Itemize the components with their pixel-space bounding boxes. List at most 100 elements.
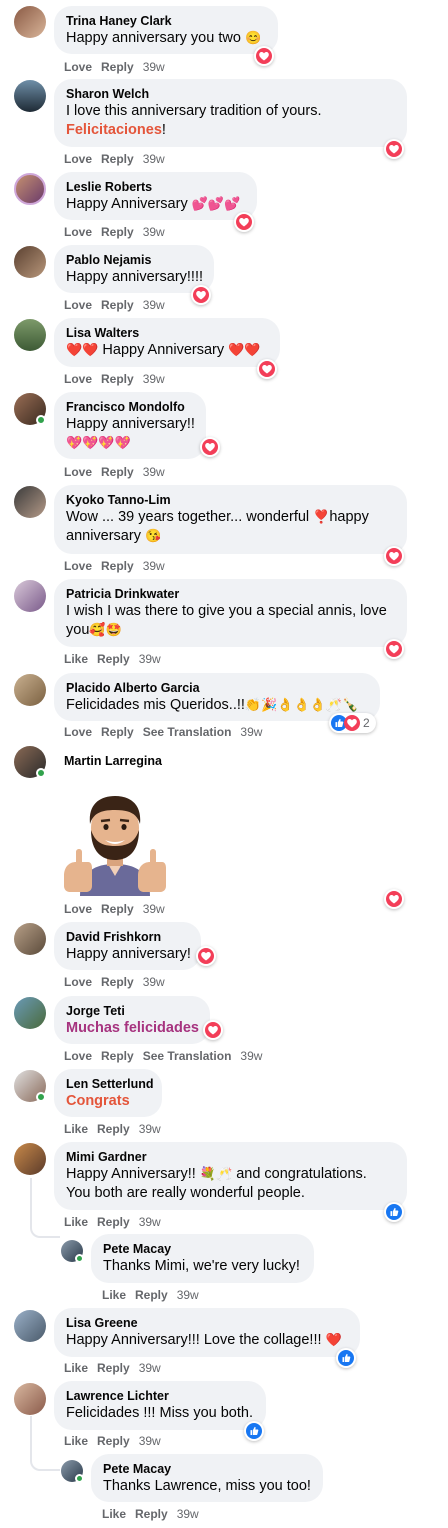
love-reaction-badge[interactable] [384,889,404,909]
love-link[interactable]: Love [64,559,92,573]
love-reaction-badge[interactable] [191,285,211,305]
commenter-name[interactable]: Pete Macay [103,1461,311,1477]
reply-link[interactable]: Reply [97,1434,130,1448]
timestamp[interactable]: 39w [177,1288,199,1302]
timestamp[interactable]: 39w [143,465,165,479]
love-link[interactable]: Love [64,298,92,312]
avatar[interactable] [14,486,46,518]
avatar[interactable] [14,923,46,955]
like-link[interactable]: Like [64,1122,88,1136]
reply-link[interactable]: Reply [135,1507,168,1521]
commenter-name[interactable]: Martin Larregina [64,753,162,769]
timestamp[interactable]: 39w [143,152,165,166]
like-link[interactable]: Like [102,1507,126,1521]
like-link[interactable]: Like [102,1288,126,1302]
avatar[interactable] [14,319,46,351]
love-link[interactable]: Love [64,975,92,989]
love-link[interactable]: Love [64,725,92,739]
reply-link[interactable]: Reply [97,1215,130,1229]
timestamp[interactable]: 39w [143,559,165,573]
reply-link[interactable]: Reply [101,902,134,916]
reply-link[interactable]: Reply [101,975,134,989]
like-link[interactable]: Like [64,652,88,666]
reply-link[interactable]: Reply [135,1288,168,1302]
like-reaction-badge[interactable] [244,1421,264,1441]
like-reaction-badge[interactable] [384,1202,404,1222]
avatar[interactable] [14,1310,46,1342]
timestamp[interactable]: 39w [139,1122,161,1136]
avatar[interactable] [14,80,46,112]
reply-link[interactable]: Reply [101,298,134,312]
love-reaction-badge[interactable] [203,1020,223,1040]
reply-link[interactable]: Reply [101,225,134,239]
see-translation-link[interactable]: See Translation [143,725,232,739]
commenter-name[interactable]: Len Setterlund [66,1076,154,1092]
love-link[interactable]: Love [64,902,92,916]
avatar[interactable] [14,6,46,38]
reply-link[interactable]: Reply [97,1361,130,1375]
reaction-summary[interactable]: 2 [329,713,376,733]
love-link[interactable]: Love [64,225,92,239]
commenter-name[interactable]: Lawrence Lichter [66,1388,254,1404]
avatar[interactable] [14,674,46,706]
commenter-name[interactable]: Placido Alberto Garcia [66,680,368,696]
commenter-name[interactable]: Pablo Nejamis [66,252,202,268]
like-reaction-badge[interactable] [336,1348,356,1368]
timestamp[interactable]: 39w [143,225,165,239]
timestamp[interactable]: 39w [143,902,165,916]
reply-link[interactable]: Reply [101,152,134,166]
avatar[interactable] [14,173,46,205]
reply-link[interactable]: Reply [101,559,134,573]
timestamp[interactable]: 39w [240,1049,262,1063]
see-translation-link[interactable]: See Translation [143,1049,232,1063]
reply-link[interactable]: Reply [101,1049,134,1063]
commenter-name[interactable]: David Frishkorn [66,929,189,945]
love-link[interactable]: Love [64,465,92,479]
reply-link[interactable]: Reply [101,465,134,479]
timestamp[interactable]: 39w [143,60,165,74]
love-link[interactable]: Love [64,60,92,74]
timestamp[interactable]: 39w [143,975,165,989]
love-reaction-badge[interactable] [200,437,220,457]
avatar[interactable] [14,1143,46,1175]
timestamp[interactable]: 39w [139,1361,161,1375]
commenter-name[interactable]: Francisco Mondolfo [66,399,194,415]
love-reaction-badge[interactable] [196,946,216,966]
like-link[interactable]: Like [64,1361,88,1375]
like-link[interactable]: Like [64,1215,88,1229]
commenter-name[interactable]: Sharon Welch [66,86,395,102]
love-link[interactable]: Love [64,1049,92,1063]
timestamp[interactable]: 39w [143,298,165,312]
commenter-name[interactable]: Mimi Gardner [66,1149,395,1165]
timestamp[interactable]: 39w [240,725,262,739]
commenter-name[interactable]: Kyoko Tanno-Lim [66,492,395,508]
avatar[interactable] [14,580,46,612]
avatar[interactable] [14,997,46,1029]
timestamp[interactable]: 39w [139,1215,161,1229]
reply-link[interactable]: Reply [101,372,134,386]
love-reaction-badge[interactable] [384,546,404,566]
reply-link[interactable]: Reply [101,60,134,74]
love-reaction-badge[interactable] [234,212,254,232]
timestamp[interactable]: 39w [143,372,165,386]
timestamp[interactable]: 39w [139,652,161,666]
love-reaction-badge[interactable] [384,139,404,159]
commenter-name[interactable]: Jorge Teti [66,1003,198,1019]
avatar[interactable] [14,1383,46,1415]
love-reaction-badge[interactable] [257,359,277,379]
commenter-name[interactable]: Trina Haney Clark [66,13,266,29]
reply-link[interactable]: Reply [101,725,134,739]
commenter-name[interactable]: Patricia Drinkwater [66,586,395,602]
timestamp[interactable]: 39w [177,1507,199,1521]
love-link[interactable]: Love [64,372,92,386]
commenter-name[interactable]: Lisa Walters [66,325,268,341]
love-link[interactable]: Love [64,152,92,166]
commenter-name[interactable]: Pete Macay [103,1241,302,1257]
avatar[interactable] [14,246,46,278]
love-reaction-badge[interactable] [384,639,404,659]
commenter-name[interactable]: Lisa Greene [66,1315,348,1331]
commenter-name[interactable]: Leslie Roberts [66,179,245,195]
love-reaction-badge[interactable] [254,46,274,66]
timestamp[interactable]: 39w [139,1434,161,1448]
reply-link[interactable]: Reply [97,1122,130,1136]
